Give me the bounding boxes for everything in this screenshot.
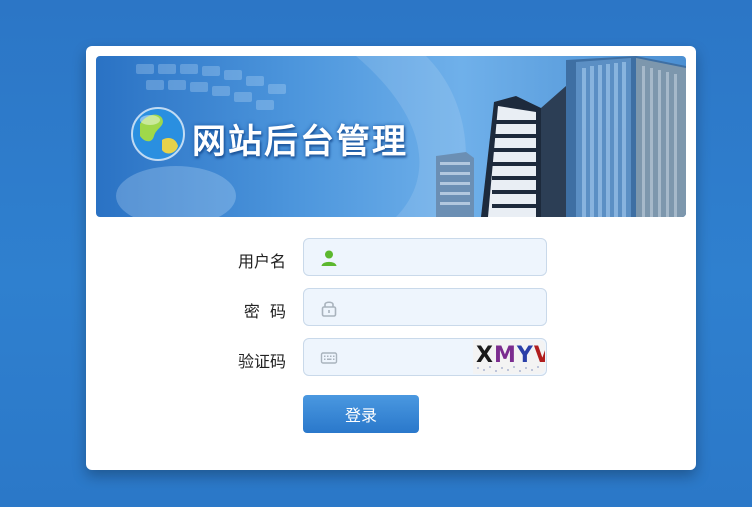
captcha-image[interactable]: XMYV <box>473 340 545 374</box>
globe-icon <box>131 107 185 161</box>
banner-title: 网站后台管理 <box>192 122 408 162</box>
user-icon <box>321 250 337 266</box>
captcha-text: XMYV <box>476 343 545 368</box>
login-panel: 网站后台管理 用户名 密 码 验证码 XMYV 登录 <box>86 46 696 470</box>
password-field[interactable] <box>303 288 547 327</box>
username-field[interactable] <box>303 238 547 277</box>
captcha-field[interactable]: XMYV <box>303 338 547 377</box>
header-banner: 网站后台管理 <box>96 56 686 217</box>
login-button[interactable]: 登录 <box>303 395 419 433</box>
keyboard-icon <box>320 352 338 364</box>
username-input[interactable] <box>348 239 482 277</box>
captcha-char: M <box>493 343 517 368</box>
username-label: 用户名 <box>237 252 286 271</box>
username-row: 用户名 <box>86 238 696 277</box>
lock-icon <box>321 301 337 317</box>
password-label: 密 码 <box>243 302 286 321</box>
password-row: 密 码 <box>86 288 696 327</box>
captcha-char: V <box>533 343 545 368</box>
captcha-input[interactable] <box>348 339 482 377</box>
captcha-char: Y <box>516 343 534 368</box>
password-input[interactable] <box>348 289 482 327</box>
captcha-label: 验证码 <box>237 352 286 371</box>
captcha-row: 验证码 XMYV <box>86 338 696 377</box>
captcha-char: X <box>476 343 494 368</box>
